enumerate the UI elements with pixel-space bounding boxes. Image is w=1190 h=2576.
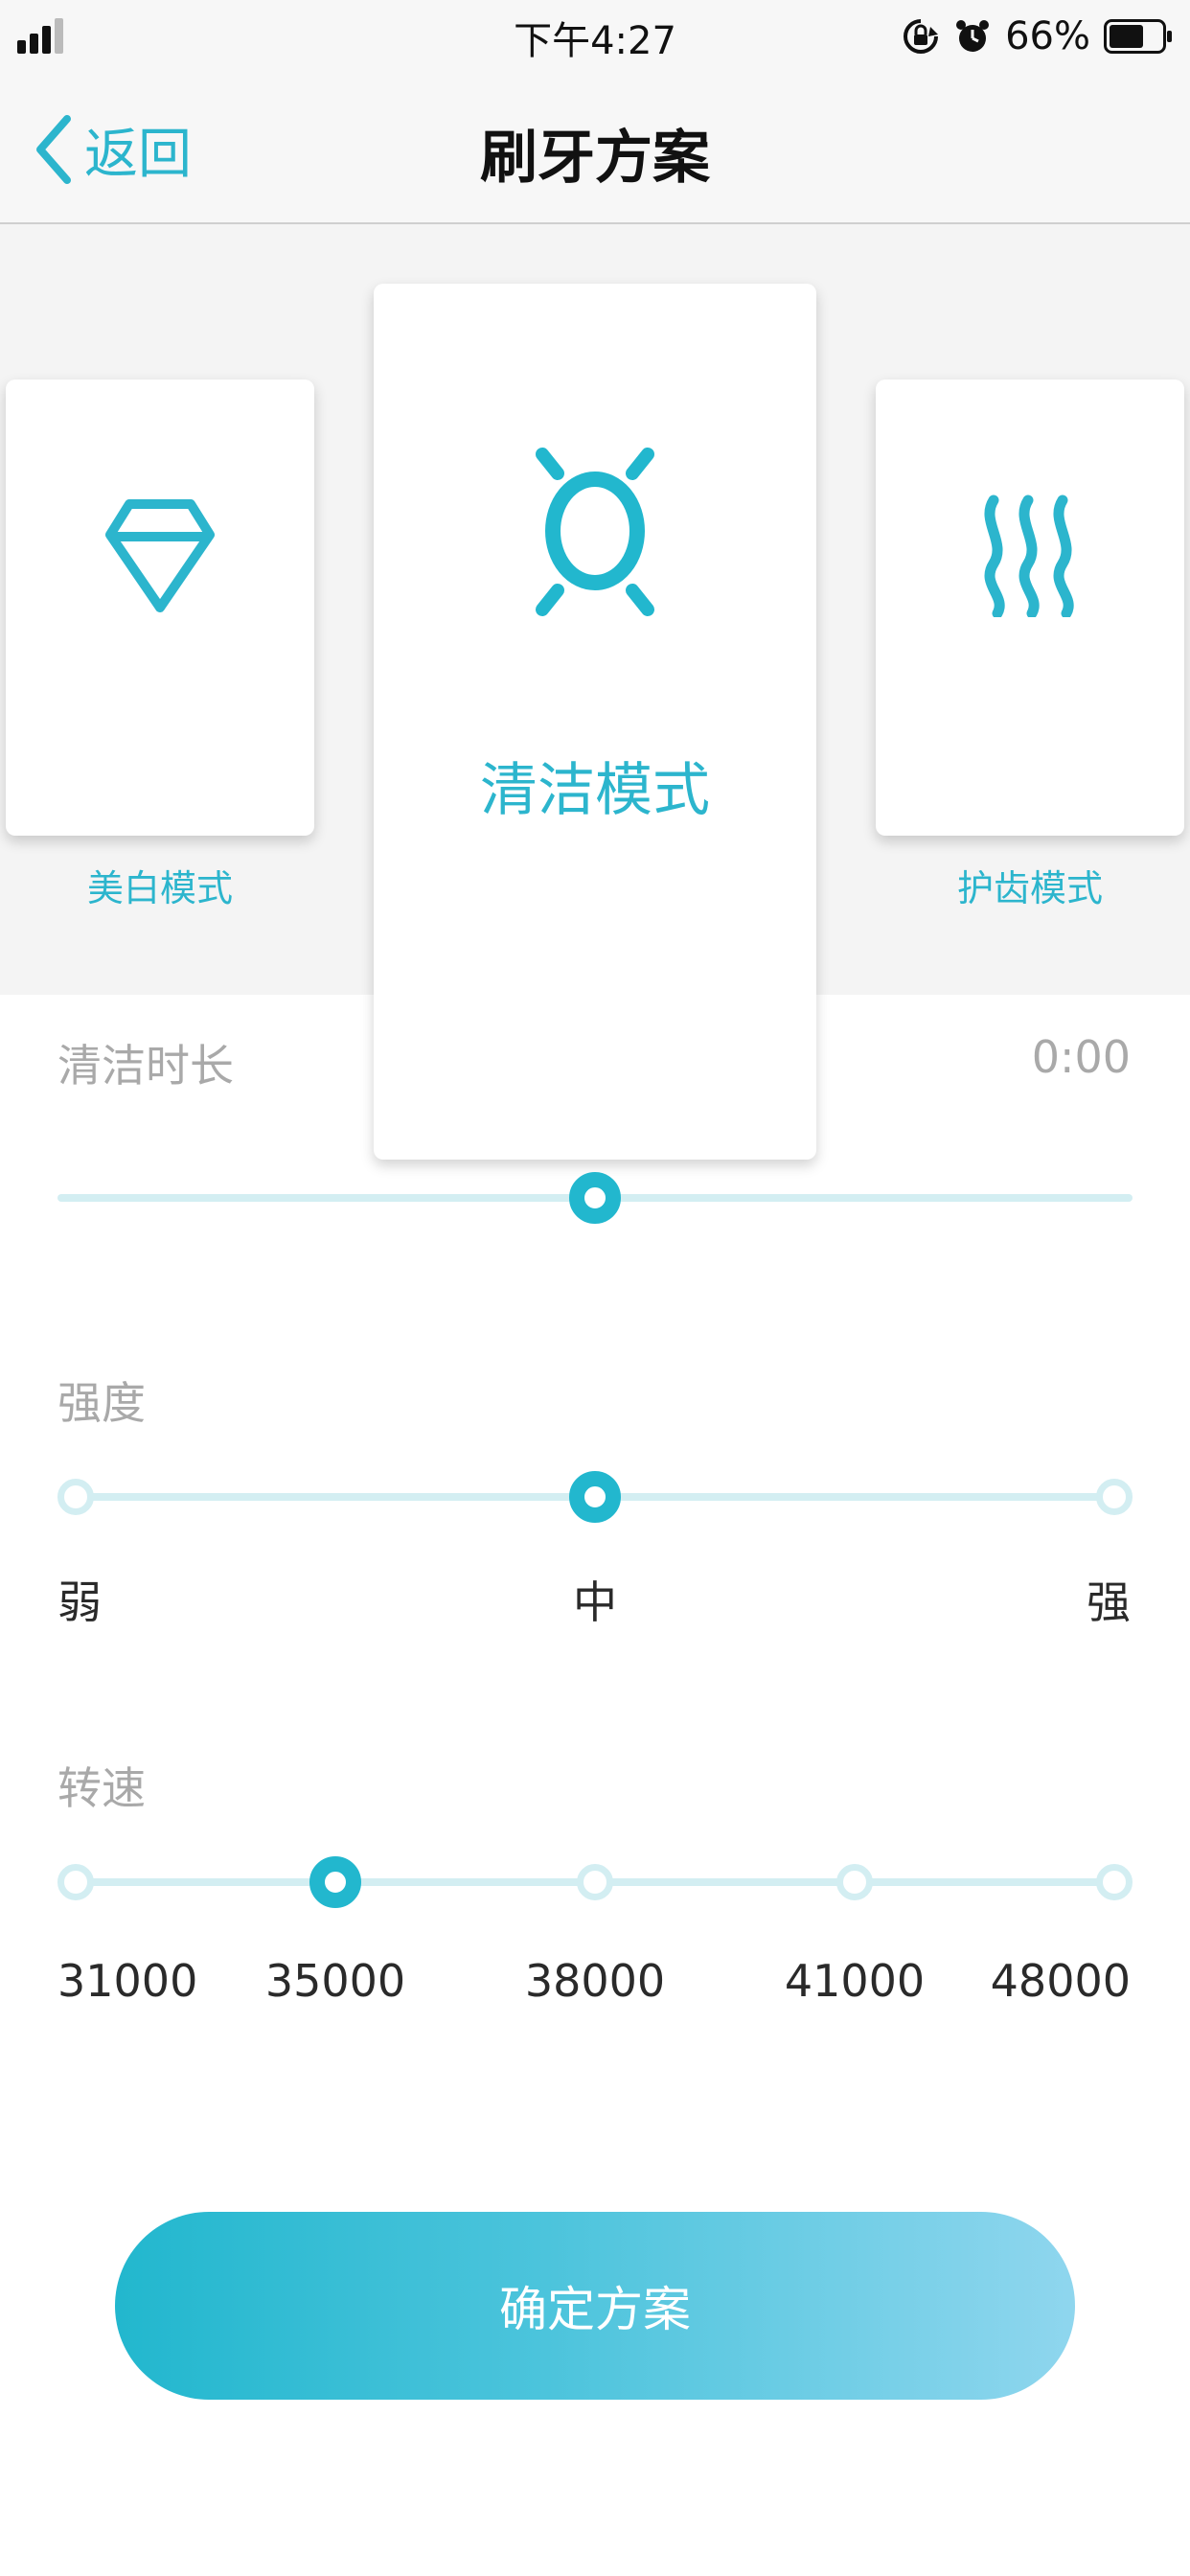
step-knob[interactable] (836, 1864, 873, 1900)
mode-label: 清洁模式 (480, 757, 710, 824)
confirm-plan-button[interactable]: 确定方案 (115, 2212, 1075, 2400)
waves-icon (984, 494, 1074, 617)
step-knob[interactable] (57, 1479, 94, 1515)
status-bar: 下午4:27 66% (0, 0, 1190, 77)
mode-card-cleaning[interactable]: 清洁模式 (374, 284, 816, 1160)
page-title: 刷牙方案 (480, 125, 710, 192)
mode-selector: 美白模式 清洁模式 护齿模式 (0, 224, 1190, 1160)
sun-icon (536, 448, 654, 616)
step-label: 35000 (264, 1955, 406, 2007)
confirm-label: 确定方案 (499, 2282, 691, 2337)
step-label: 中 (573, 1576, 617, 1628)
orientation-lock-icon (904, 19, 939, 54)
alarm-icon (956, 20, 990, 52)
step-knob[interactable] (1096, 1864, 1133, 1900)
duration-label: 清洁时长 (57, 1040, 234, 1092)
nav-bar: 返回 刷牙方案 (0, 77, 1190, 224)
speed-label: 转速 (57, 1762, 146, 1814)
step-label: 弱 (57, 1576, 102, 1628)
step-knob[interactable] (309, 1856, 361, 1908)
battery-percent: 66% (1005, 14, 1090, 58)
mode-label: 护齿模式 (956, 867, 1103, 909)
intensity-label: 强度 (57, 1377, 146, 1429)
step-label: 41000 (784, 1955, 926, 2007)
battery-icon (1104, 19, 1172, 54)
step-label: 48000 (990, 1955, 1131, 2007)
step-label: 强 (1087, 1576, 1131, 1628)
diamond-icon (105, 499, 215, 612)
mode-card-protection[interactable]: 护齿模式 (876, 380, 1184, 909)
duration-slider[interactable] (57, 1160, 1133, 1236)
step-label: 31000 (57, 1955, 198, 2007)
step-knob[interactable] (1096, 1479, 1133, 1515)
step-knob[interactable] (57, 1864, 94, 1900)
step-label: 38000 (524, 1955, 666, 2007)
duration-knob[interactable] (569, 1172, 621, 1224)
mode-label: 美白模式 (86, 867, 233, 909)
speed-slider[interactable] (57, 1844, 1133, 1920)
step-knob[interactable] (577, 1864, 613, 1900)
mode-card-whitening[interactable]: 美白模式 (6, 380, 314, 909)
status-right-group: 66% (902, 10, 1173, 63)
intensity-slider[interactable] (57, 1459, 1133, 1535)
duration-value: 0:00 (1031, 1031, 1131, 1083)
step-knob[interactable] (569, 1471, 621, 1523)
